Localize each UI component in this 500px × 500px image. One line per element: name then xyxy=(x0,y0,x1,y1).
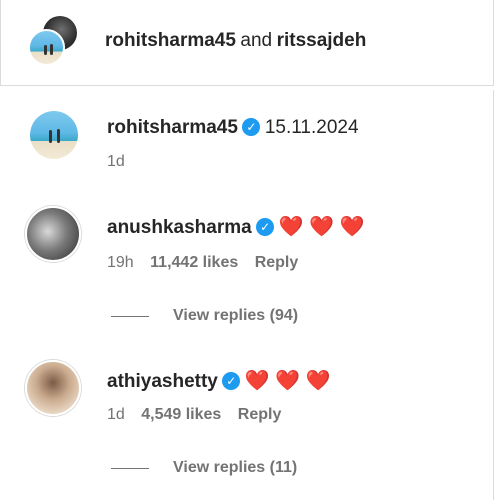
collab-header: rohitsharma45 and ritssajdeh xyxy=(0,0,494,86)
view-replies-line xyxy=(111,316,149,317)
comment-line: anushkasharma ✓ ❤️ ❤️ ❤️ xyxy=(107,214,364,239)
post-caption: 15.11.2024 xyxy=(264,117,359,138)
comment-meta: 1d 4,549 likes Reply xyxy=(107,406,281,424)
view-replies-button[interactable]: View replies (94) xyxy=(173,307,298,325)
header-username-1[interactable]: rohitsharma45 xyxy=(105,30,236,51)
view-replies-line xyxy=(111,468,149,469)
comment-time[interactable]: 1d xyxy=(107,406,125,423)
avatar-anushkasharma[interactable] xyxy=(25,206,81,262)
view-replies-button[interactable]: View replies (11) xyxy=(173,459,297,477)
reply-button[interactable]: Reply xyxy=(255,254,299,271)
panel-border xyxy=(493,90,494,500)
avatar-athiyashetty[interactable] xyxy=(25,360,81,416)
comment-likes[interactable]: 11,442 likes xyxy=(150,254,238,271)
heart-emoji-icon: ❤️ ❤️ ❤️ xyxy=(278,216,365,238)
header-username-2[interactable]: ritssajdeh xyxy=(277,30,367,51)
comment-meta: 19h 11,442 likes Reply xyxy=(107,254,298,272)
comment-username[interactable]: athiyashetty xyxy=(107,371,218,392)
post-username[interactable]: rohitsharma45 xyxy=(107,117,238,138)
avatar-rohitsharma45[interactable] xyxy=(30,111,78,159)
verified-badge-icon: ✓ xyxy=(242,118,261,136)
collab-title: rohitsharma45 and ritssajdeh xyxy=(105,30,366,52)
comment-likes[interactable]: 4,549 likes xyxy=(141,406,221,423)
comment-time[interactable]: 19h xyxy=(107,254,134,271)
verified-badge-icon: ✓ xyxy=(256,218,275,236)
comment-username[interactable]: anushkasharma xyxy=(107,217,252,238)
header-joiner: and xyxy=(240,30,273,51)
post-time[interactable]: 1d xyxy=(107,153,125,171)
heart-emoji-icon: ❤️ ❤️ ❤️ xyxy=(244,370,331,392)
verified-badge-icon: ✓ xyxy=(222,372,241,390)
post-caption-line: rohitsharma45 ✓ 15.11.2024 xyxy=(107,117,359,139)
comment-line: athiyashetty ✓ ❤️ ❤️ ❤️ xyxy=(107,368,331,393)
avatar-rohitsharma45-small[interactable] xyxy=(28,29,65,66)
reply-button[interactable]: Reply xyxy=(238,406,282,423)
